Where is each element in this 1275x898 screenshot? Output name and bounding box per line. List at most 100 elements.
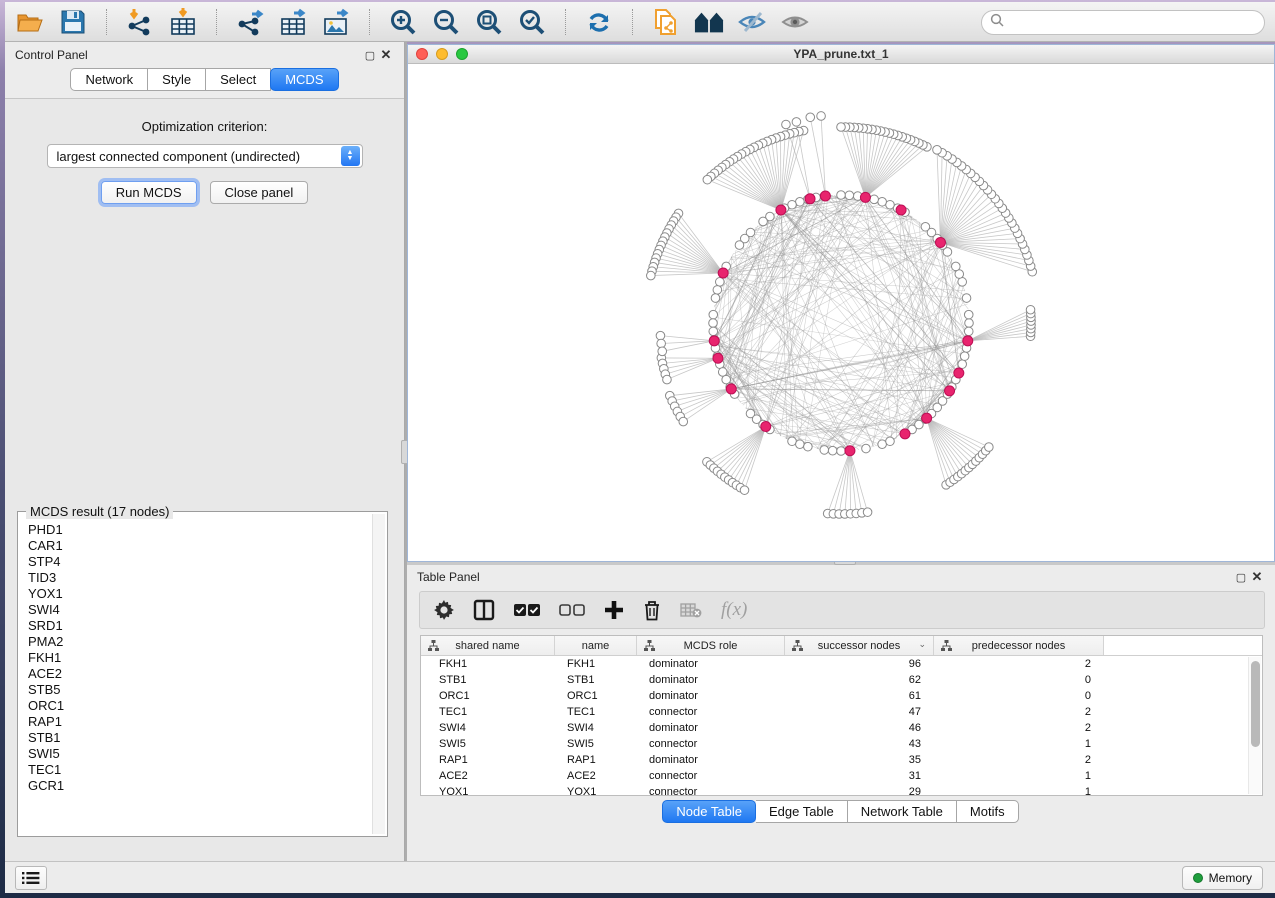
tab-select[interactable]: Select — [206, 68, 271, 91]
add-column-plus-icon[interactable] — [604, 598, 624, 622]
minimize-window-icon[interactable] — [436, 48, 448, 60]
network-window: YPA_prune.txt_1 — [407, 44, 1275, 562]
network-canvas[interactable] — [408, 64, 1274, 561]
result-node[interactable]: YOX1 — [28, 586, 387, 602]
run-mcds-button[interactable]: Run MCDS — [101, 181, 197, 204]
result-node[interactable]: STB5 — [28, 682, 387, 698]
tab-network-table[interactable]: Network Table — [848, 800, 957, 823]
houses-icon[interactable] — [694, 7, 724, 37]
result-node[interactable]: GCR1 — [28, 778, 387, 794]
column-header-shared-name[interactable]: shared name — [421, 636, 555, 655]
maximize-window-icon[interactable] — [456, 48, 468, 60]
table-row[interactable]: ORC1ORC1dominator610 — [421, 688, 1248, 704]
panel-menu-button[interactable] — [15, 866, 47, 890]
export-table-icon[interactable] — [278, 7, 308, 37]
tab-mcds[interactable]: MCDS — [270, 68, 338, 91]
result-node[interactable]: PHD1 — [28, 522, 387, 538]
result-node[interactable]: CAR1 — [28, 538, 387, 554]
result-node[interactable]: STB1 — [28, 730, 387, 746]
toolbar-separator — [369, 9, 370, 35]
search-field[interactable] — [981, 10, 1265, 35]
zoom-in-icon[interactable] — [388, 7, 418, 37]
unselect-all-icon[interactable] — [559, 598, 585, 622]
float-panel-icon[interactable]: ▢ — [362, 49, 378, 62]
column-header-successor-nodes[interactable]: successor nodes⌄ — [785, 636, 934, 655]
toolbar-separator — [565, 9, 566, 35]
close-window-icon[interactable] — [416, 48, 428, 60]
mcds-result-title: MCDS result (17 nodes) — [26, 504, 173, 519]
scrollbar-thumb[interactable] — [1251, 661, 1260, 747]
float-panel-icon[interactable]: ▢ — [1233, 571, 1249, 584]
tab-motifs[interactable]: Motifs — [957, 800, 1019, 823]
table-row[interactable]: TEC1TEC1connector472 — [421, 704, 1248, 720]
result-node[interactable]: PMA2 — [28, 634, 387, 650]
search-icon — [990, 13, 1004, 32]
table-settings-gear-icon[interactable] — [434, 598, 454, 622]
control-panel-title: Control Panel — [15, 48, 362, 62]
delete-table-icon[interactable] — [680, 598, 702, 622]
result-node[interactable]: RAP1 — [28, 714, 387, 730]
show-columns-icon[interactable] — [473, 598, 495, 622]
table-row[interactable]: SWI5SWI5connector431 — [421, 736, 1248, 752]
control-panel: Control Panel ▢ ✕ NetworkStyleSelectMCDS… — [5, 42, 405, 861]
open-session-icon[interactable] — [15, 7, 45, 37]
search-input[interactable] — [1009, 13, 1264, 33]
select-all-icon[interactable] — [514, 598, 540, 622]
table-row[interactable]: SWI4SWI4dominator462 — [421, 720, 1248, 736]
hide-selected-eye-slash-icon[interactable] — [737, 7, 767, 37]
column-header-predecessor-nodes[interactable]: predecessor nodes — [934, 636, 1104, 655]
memory-status-dot — [1193, 873, 1203, 883]
toolbar-separator — [632, 9, 633, 35]
toolbar-separator — [106, 9, 107, 35]
result-node[interactable]: SWI4 — [28, 602, 387, 618]
table-row[interactable]: FKH1FKH1dominator962 — [421, 656, 1248, 672]
zoom-fit-icon[interactable] — [474, 7, 504, 37]
show-all-eye-icon[interactable] — [780, 7, 810, 37]
close-panel-icon[interactable]: ✕ — [1249, 569, 1265, 585]
export-image-icon[interactable] — [321, 7, 351, 37]
result-node[interactable]: TEC1 — [28, 762, 387, 778]
network-title: YPA_prune.txt_1 — [408, 47, 1274, 61]
tab-node-table[interactable]: Node Table — [662, 800, 756, 823]
result-node[interactable]: SRD1 — [28, 618, 387, 634]
zoom-selected-icon[interactable] — [517, 7, 547, 37]
mcds-result-box: MCDS result (17 nodes) PHD1CAR1STP4TID3Y… — [17, 511, 388, 837]
zoom-out-icon[interactable] — [431, 7, 461, 37]
dropdown-stepper-icon: ▲▼ — [341, 146, 360, 166]
result-node[interactable]: FKH1 — [28, 650, 387, 666]
clone-network-icon[interactable] — [651, 7, 681, 37]
tab-network[interactable]: Network — [70, 68, 148, 91]
column-header-mcds-role[interactable]: MCDS role — [637, 636, 785, 655]
import-table-icon[interactable] — [168, 7, 198, 37]
tab-style[interactable]: Style — [148, 68, 206, 91]
network-titlebar[interactable]: YPA_prune.txt_1 — [408, 45, 1274, 64]
result-node[interactable]: SWI5 — [28, 746, 387, 762]
export-network-icon[interactable] — [235, 7, 265, 37]
function-builder-icon[interactable]: f(x) — [721, 598, 747, 622]
result-node[interactable]: ACE2 — [28, 666, 387, 682]
close-panel-button[interactable]: Close panel — [210, 181, 309, 204]
main-toolbar — [5, 2, 1275, 42]
toolbar-separator — [216, 9, 217, 35]
result-node[interactable]: TID3 — [28, 570, 387, 586]
sort-chevron-icon: ⌄ — [918, 639, 926, 650]
memory-button[interactable]: Memory — [1182, 866, 1263, 890]
result-node[interactable]: ORC1 — [28, 698, 387, 714]
apply-layout-icon[interactable] — [584, 7, 614, 37]
result-node[interactable]: STP4 — [28, 554, 387, 570]
column-header-name[interactable]: name — [555, 636, 637, 655]
close-panel-icon[interactable]: ✕ — [378, 47, 394, 63]
import-network-icon[interactable] — [125, 7, 155, 37]
tab-edge-table[interactable]: Edge Table — [756, 800, 848, 823]
criterion-dropdown[interactable]: largest connected component (undirected)… — [47, 144, 363, 168]
table-row[interactable]: YOX1YOX1connector291 — [421, 784, 1248, 796]
table-scrollbar[interactable] — [1248, 657, 1261, 794]
mcds-result-list: PHD1CAR1STP4TID3YOX1SWI4SRD1PMA2FKH1ACE2… — [18, 512, 387, 794]
table-row[interactable]: RAP1RAP1dominator352 — [421, 752, 1248, 768]
node-table: shared namenameMCDS rolesuccessor nodes⌄… — [420, 635, 1263, 796]
table-row[interactable]: STB1STB1dominator620 — [421, 672, 1248, 688]
delete-columns-trash-icon[interactable] — [643, 598, 661, 622]
result-scrollbar[interactable] — [372, 514, 385, 834]
table-row[interactable]: ACE2ACE2connector311 — [421, 768, 1248, 784]
save-session-icon[interactable] — [58, 7, 88, 37]
